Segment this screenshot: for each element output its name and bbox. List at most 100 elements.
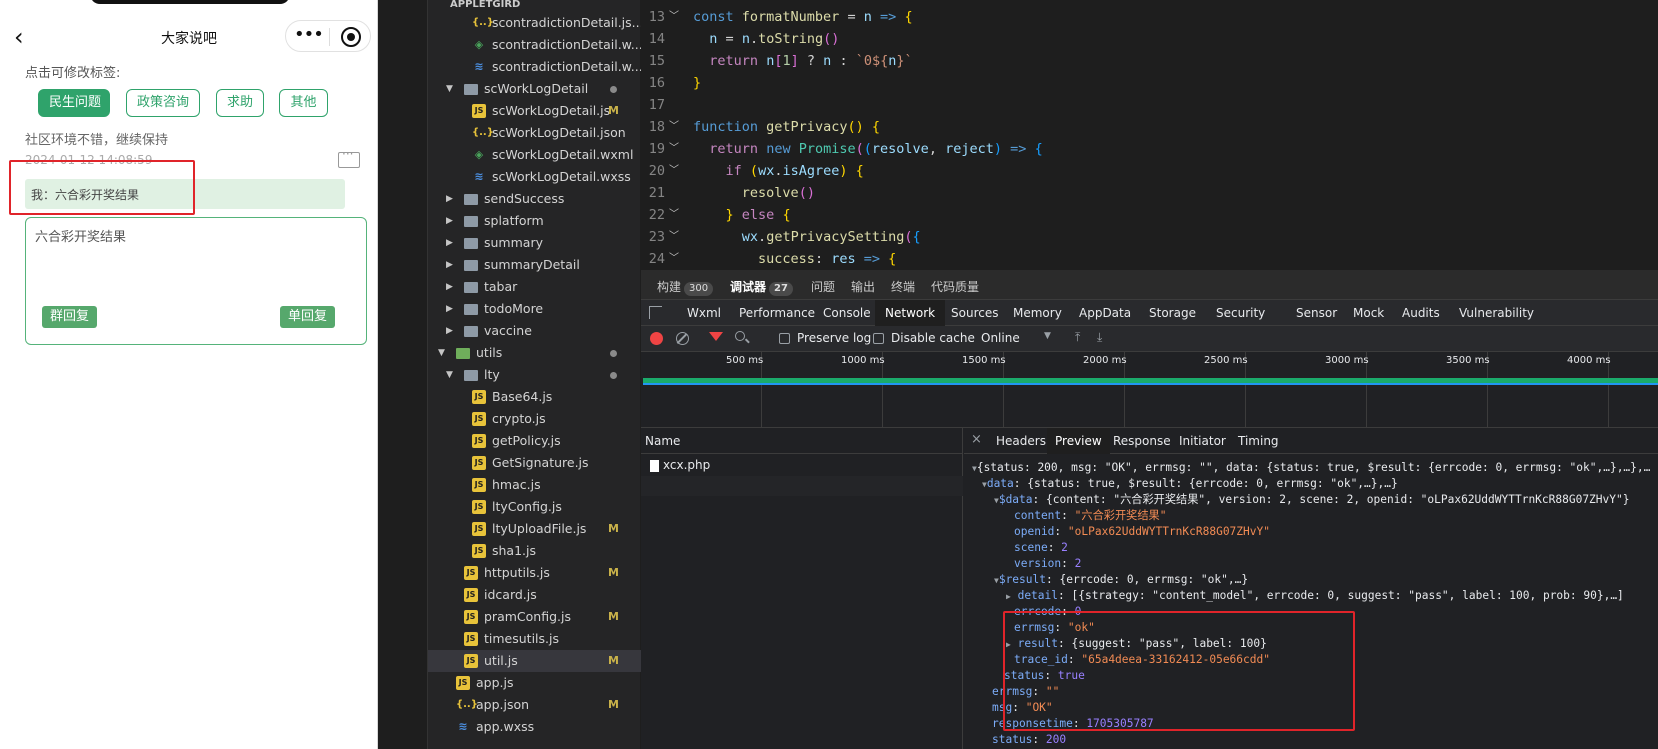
throttle-select[interactable]: Online bbox=[981, 331, 1020, 345]
close-icon[interactable]: × bbox=[971, 432, 982, 447]
filter-icon[interactable] bbox=[709, 332, 723, 341]
tree-item[interactable]: JS ltyConfig.js bbox=[428, 496, 641, 518]
reply-input[interactable]: 六合彩开奖结果 bbox=[35, 226, 126, 245]
capsule-menu[interactable]: ••• bbox=[285, 20, 371, 52]
tree-item[interactable]: ≋ scontradictionDetail.w... bbox=[428, 56, 642, 78]
more-icon[interactable]: ••• bbox=[294, 24, 324, 45]
tree-item[interactable]: ≋ scWorkLogDetail.wxss bbox=[428, 166, 641, 188]
code-line[interactable]: 21 resolve() bbox=[641, 182, 1658, 204]
group-reply-button[interactable]: 群回复 bbox=[42, 306, 98, 328]
tree-item[interactable]: ◈ scontradictionDetail.w... bbox=[428, 34, 643, 56]
json-root[interactable]: ▼{status: 200, msg: "OK", errmsg: "", da… bbox=[972, 460, 1650, 476]
fold-icon[interactable]: ﹀ bbox=[669, 6, 679, 28]
tree-item[interactable]: ▶ splatform bbox=[428, 210, 641, 232]
code-line[interactable]: 17 bbox=[641, 94, 1658, 116]
tree-item[interactable]: JS ltyUploadFile.js M bbox=[428, 518, 641, 540]
tree-item[interactable]: ▶ sendSuccess bbox=[428, 188, 641, 210]
tab-mock[interactable]: Mock bbox=[1343, 300, 1394, 326]
comment-icon[interactable] bbox=[338, 147, 360, 168]
tab-build[interactable]: 构建 300 bbox=[657, 278, 714, 296]
tab-problems[interactable]: 问题 bbox=[811, 278, 835, 295]
tree-item[interactable]: JS idcard.js bbox=[428, 584, 641, 606]
reply-input-box[interactable]: 六合彩开奖结果 群回复 单回复 bbox=[25, 217, 367, 345]
tree-item[interactable]: JS util.js M bbox=[428, 650, 641, 672]
tree-item[interactable]: JS GetSignature.js bbox=[428, 452, 641, 474]
chevron-right-icon[interactable]: ▶ bbox=[446, 320, 453, 342]
inspect-icon[interactable] bbox=[649, 306, 662, 319]
code-line[interactable]: 13 ﹀ const formatNumber = n => { bbox=[641, 6, 1658, 28]
preserve-log-checkbox[interactable] bbox=[779, 333, 790, 344]
name-column-header[interactable]: Name bbox=[641, 428, 963, 454]
record-icon[interactable] bbox=[650, 332, 663, 345]
code-line[interactable]: 19 ﹀ return new Promise((resolve, reject)… bbox=[641, 138, 1658, 160]
chevron-right-icon[interactable]: ▶ bbox=[446, 232, 453, 254]
code-line[interactable]: 24 ﹀ success: res => { bbox=[641, 248, 1658, 270]
fold-icon[interactable]: ﹀ bbox=[669, 160, 679, 182]
tab-sensor[interactable]: Sensor bbox=[1286, 300, 1347, 326]
tab-appdata[interactable]: AppData bbox=[1069, 300, 1141, 326]
tree-item[interactable]: JS pramConfig.js M bbox=[428, 606, 641, 628]
tab-console[interactable]: Console bbox=[813, 300, 881, 326]
tab-audits[interactable]: Audits bbox=[1392, 300, 1450, 326]
import-icon[interactable]: ⤒ bbox=[1075, 330, 1080, 345]
disable-cache-checkbox[interactable] bbox=[873, 333, 884, 344]
tag-policy[interactable]: 政策咨询 bbox=[126, 89, 200, 117]
tab-network[interactable]: Network bbox=[875, 300, 946, 326]
json-detail[interactable]: ▶ detail: [{strategy: "content_model", e… bbox=[1006, 588, 1624, 604]
chevron-down-icon[interactable]: ▼ bbox=[1044, 331, 1051, 341]
tab-wxml[interactable]: Wxml bbox=[677, 300, 731, 326]
chevron-right-icon[interactable]: ▶ bbox=[446, 210, 453, 232]
fold-icon[interactable]: ﹀ bbox=[669, 226, 679, 248]
request-row[interactable]: xcx.php bbox=[641, 456, 963, 476]
code-line[interactable]: 20 ﹀ if (wx.isAgree) { bbox=[641, 160, 1658, 182]
tree-item[interactable]: JS app.js bbox=[428, 672, 641, 694]
tree-item[interactable]: JS timesutils.js bbox=[428, 628, 641, 650]
fold-icon[interactable]: ﹀ bbox=[669, 248, 679, 270]
single-reply-button[interactable]: 单回复 bbox=[280, 306, 336, 328]
tab-output[interactable]: 输出 bbox=[851, 278, 875, 295]
tab-storage[interactable]: Storage bbox=[1139, 300, 1206, 326]
tag-other[interactable]: 其他 bbox=[279, 89, 328, 117]
tree-item[interactable]: ▶ summary bbox=[428, 232, 641, 254]
fold-icon[interactable]: ﹀ bbox=[669, 138, 679, 160]
tree-item[interactable]: ▶ todoMore bbox=[428, 298, 641, 320]
tree-item[interactable]: JS Base64.js bbox=[428, 386, 641, 408]
tab-headers[interactable]: Headers bbox=[988, 428, 1054, 454]
tab-security[interactable]: Security bbox=[1206, 300, 1275, 326]
tree-item[interactable]: JS httputils.js M bbox=[428, 562, 641, 584]
tab-performance[interactable]: Performance bbox=[729, 300, 825, 326]
close-target-icon[interactable] bbox=[341, 27, 361, 47]
chevron-right-icon[interactable]: ▶ bbox=[446, 298, 453, 320]
export-icon[interactable]: ⤓ bbox=[1097, 330, 1102, 345]
tree-item[interactable]: ▶ summaryDetail bbox=[428, 254, 641, 276]
fold-icon[interactable]: ﹀ bbox=[669, 204, 679, 226]
tab-response[interactable]: Response bbox=[1105, 428, 1179, 454]
tree-item[interactable]: JS sha1.js bbox=[428, 540, 641, 562]
tab-vulnerability[interactable]: Vulnerability bbox=[1449, 300, 1544, 326]
chevron-down-icon[interactable]: ▼ bbox=[438, 342, 445, 364]
json-data-data[interactable]: ▼$data: {content: "六合彩开奖结果", version: 2,… bbox=[994, 492, 1629, 508]
chevron-right-icon[interactable]: ▶ bbox=[446, 188, 453, 210]
tree-item[interactable]: JS crypto.js bbox=[428, 408, 641, 430]
tree-item[interactable]: ≋ app.wxss bbox=[428, 716, 641, 738]
code-line[interactable]: 18 ﹀ function getPrivacy() { bbox=[641, 116, 1658, 138]
tab-terminal[interactable]: 终端 bbox=[891, 278, 915, 295]
code-line[interactable]: 14 n = n.toString() bbox=[641, 28, 1658, 50]
tab-memory[interactable]: Memory bbox=[1003, 300, 1072, 326]
tab-sources[interactable]: Sources bbox=[941, 300, 1008, 326]
chevron-right-icon[interactable]: ▶ bbox=[446, 254, 453, 276]
tree-item[interactable]: ▼ scWorkLogDetail bbox=[428, 78, 641, 100]
tree-item[interactable]: ▼ utils bbox=[428, 342, 641, 364]
clear-icon[interactable] bbox=[676, 332, 689, 345]
tab-debugger[interactable]: 调试器 27 bbox=[730, 278, 793, 296]
code-line[interactable]: 16} bbox=[641, 72, 1658, 94]
tree-item[interactable]: JS scWorkLogDetail.js M bbox=[428, 100, 641, 122]
tree-item[interactable]: {..} scontradictionDetail.js... bbox=[428, 12, 644, 34]
tree-item[interactable]: JS getPolicy.js bbox=[428, 430, 641, 452]
tab-code-quality[interactable]: 代码质量 bbox=[931, 278, 979, 295]
json-data[interactable]: ▼data: {status: true, $result: {errcode:… bbox=[982, 476, 1398, 492]
code-line[interactable]: 23 ﹀ wx.getPrivacySetting({ bbox=[641, 226, 1658, 248]
tree-item[interactable]: ▶ tabar bbox=[428, 276, 641, 298]
tag-livelihood[interactable]: 民生问题 bbox=[38, 89, 110, 117]
tree-item[interactable]: ▼ lty bbox=[428, 364, 641, 386]
